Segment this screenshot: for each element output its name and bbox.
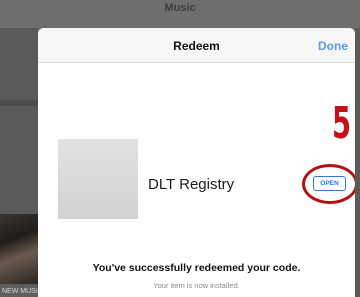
background-nav-bar: Music [0, 0, 360, 28]
step-number-annotation: 5 [332, 98, 351, 149]
sheet-header: Redeem Done [38, 28, 355, 63]
background-divider [0, 100, 38, 106]
background-album-art [0, 214, 38, 284]
background-right-edge [355, 28, 360, 297]
background-caption: NEW MUSIC [0, 286, 38, 297]
background-nav-title: Music [164, 2, 196, 14]
open-button[interactable]: OPEN [313, 176, 346, 191]
app-icon-placeholder [58, 139, 138, 219]
app-name: DLT Registry [148, 176, 235, 193]
redeem-sheet: Redeem Done DLT Registry OPEN 5 You've s… [38, 28, 355, 297]
success-message: You've successfully redeemed your code. [92, 262, 301, 274]
done-button[interactable]: Done [318, 39, 348, 53]
installed-message: Your item is now installed. [153, 281, 240, 290]
sheet-title: Redeem [173, 39, 220, 53]
